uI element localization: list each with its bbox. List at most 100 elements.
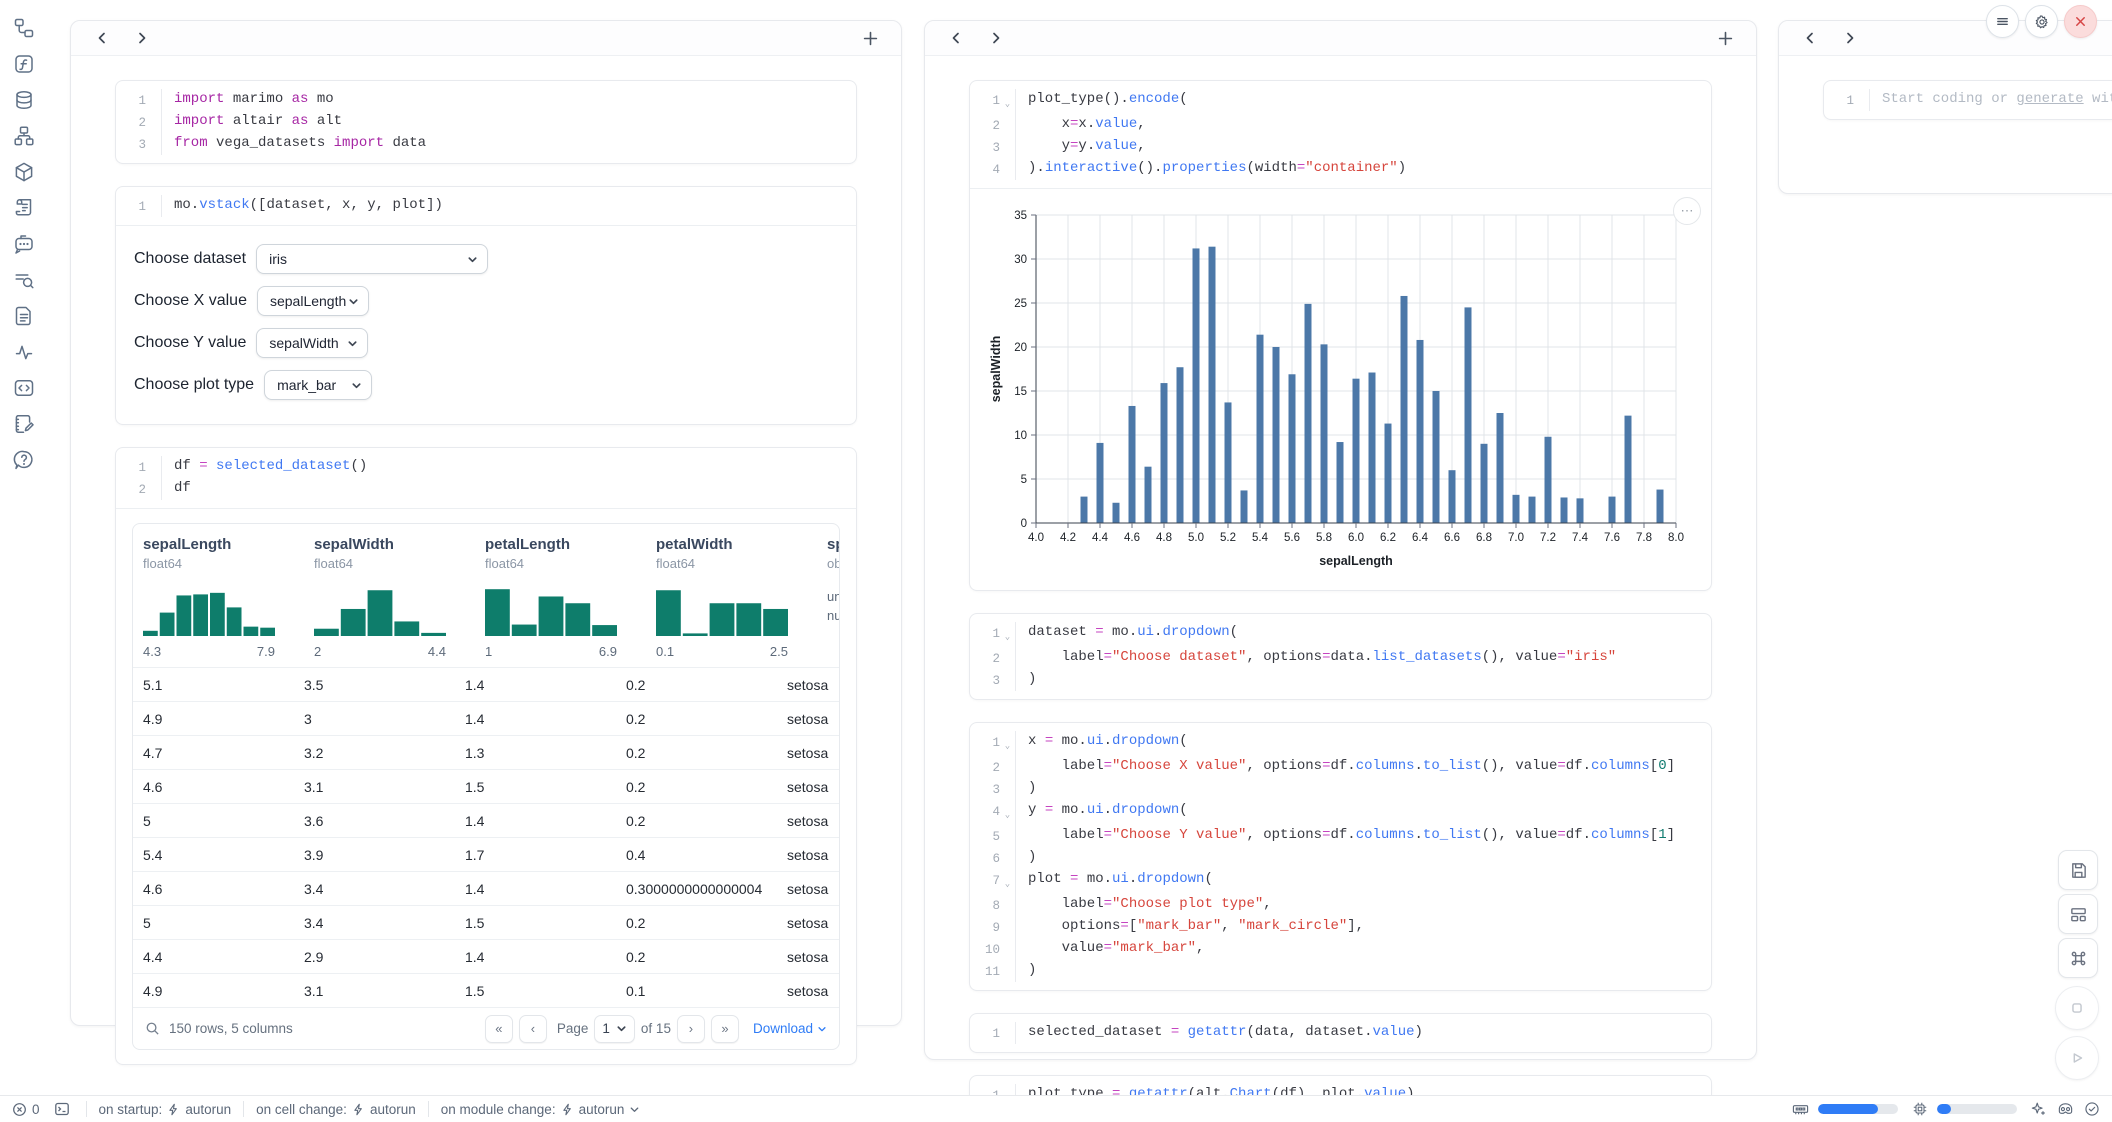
code-line: 1mo.vstack([dataset, x, y, plot]) [116,195,856,217]
fold-spacer [1000,778,1015,800]
table-header: sepalLengthfloat644.37.9sepalWidthfloat6… [133,524,839,667]
fold-chevron-icon[interactable]: ⌄ [1000,622,1015,647]
on-cell-change-setting[interactable]: on cell change: autorun [256,1102,416,1117]
fold-spacer [1000,647,1015,669]
control-label: Choose X value [134,292,247,310]
column-header[interactable]: petalWidthfloat640.12.5 [646,524,817,667]
svg-text:5.6: 5.6 [1284,532,1300,544]
database-icon[interactable] [12,88,35,111]
help-icon[interactable] [12,448,35,471]
page-select[interactable]: 1 [594,1015,635,1043]
list-search-icon[interactable] [12,268,35,291]
file-tree-icon[interactable] [12,16,35,39]
first-page-button[interactable]: « [485,1015,513,1043]
errors-indicator[interactable]: 0 [12,1102,40,1117]
stop-button[interactable] [2055,986,2099,1030]
chevron-left-icon[interactable] [1799,27,1821,49]
column-header[interactable]: speciesobjectunique:nulls: [817,524,839,667]
add-cell-icon[interactable] [859,27,881,49]
fold-spacer [1000,756,1015,778]
logs-icon[interactable] [12,196,35,219]
activity-icon[interactable] [12,340,35,363]
fold-chevron-icon[interactable]: ⌄ [1000,869,1015,894]
code-line: 2df [116,478,856,500]
ai-sparkles-button[interactable] [2031,1101,2047,1117]
chat-icon[interactable] [12,232,35,255]
table-cell: setosa [777,847,837,863]
dataset-dropdown[interactable]: iris [256,244,488,274]
dependency-graph-icon[interactable] [12,124,35,147]
documentation-icon[interactable] [12,304,35,327]
cpu-icon [1912,1101,1928,1117]
fold-spacer [146,195,161,217]
last-page-button[interactable]: » [711,1015,739,1043]
chevron-left-icon[interactable] [91,27,113,49]
chart-menu-button[interactable]: ⋯ [1673,197,1701,225]
download-link[interactable]: Download [753,1021,827,1036]
next-page-button[interactable]: › [677,1015,705,1043]
settings-gear-button[interactable] [2025,5,2058,38]
add-cell-icon[interactable] [1714,27,1736,49]
close-button[interactable] [2064,5,2097,38]
code-editor[interactable]: 1import marimo as mo2import altair as al… [116,81,856,163]
generate-link[interactable]: generate [2016,91,2083,107]
x-value-dropdown[interactable]: sepalLength [257,286,369,316]
code-editor[interactable]: 1mo.vstack([dataset, x, y, plot]) [116,187,856,225]
fold-chevron-icon[interactable]: ⌄ [1000,731,1015,756]
code-line: 4⌄y = mo.ui.dropdown( [970,800,1711,825]
code-editor[interactable]: 1⌄x = mo.ui.dropdown(2 label="Choose X v… [970,723,1711,990]
code-line: 4).interactive().properties(width="conta… [970,158,1711,180]
snippets-icon[interactable] [12,376,35,399]
chevron-right-icon[interactable] [985,27,1007,49]
table-cell: 1.5 [455,915,616,931]
dataset-cell: 1⌄dataset = mo.ui.dropdown(2 label="Choo… [969,613,1712,700]
on-startup-setting[interactable]: on startup: autorun [99,1102,232,1117]
code-line: 1selected_dataset = getattr(data, datase… [970,1022,1711,1044]
line-number: 9 [970,916,1000,938]
functions-icon[interactable] [12,52,35,75]
altair-bar-chart[interactable]: 4.04.24.44.64.85.05.25.45.65.86.06.26.46… [988,201,1692,573]
copilot-icon [2057,1101,2074,1118]
connection-status-button[interactable] [2084,1101,2100,1117]
code-editor[interactable]: 1df = selected_dataset()2df [116,448,856,508]
layout-button[interactable] [2058,894,2098,934]
terminal-button[interactable] [54,1101,70,1117]
scratchpad-icon[interactable] [12,412,35,435]
dataframe-table: sepalLengthfloat644.37.9sepalWidthfloat6… [132,523,840,1050]
svg-text:6.8: 6.8 [1476,532,1492,544]
chevron-right-icon[interactable] [1839,27,1861,49]
y-value-dropdown[interactable]: sepalWidth [256,328,368,358]
command-palette-button[interactable] [2058,938,2098,978]
plot-type-dropdown[interactable]: mark_bar [264,370,372,400]
column-header[interactable]: sepalLengthfloat644.37.9 [133,524,304,667]
previous-page-button[interactable]: ‹ [519,1015,547,1043]
table-cell: 1.5 [455,983,616,999]
new-cell[interactable]: 1 Start coding or generate with AI [1823,80,2112,120]
code-editor[interactable]: 1⌄dataset = mo.ui.dropdown(2 label="Choo… [970,614,1711,699]
table-cell: setosa [777,881,837,897]
search-icon[interactable] [145,1021,160,1036]
chevron-right-icon[interactable] [131,27,153,49]
copilot-button[interactable] [2057,1101,2074,1118]
chevron-left-icon[interactable] [945,27,967,49]
column-header[interactable]: sepalWidthfloat6424.4 [304,524,475,667]
save-button[interactable] [2058,850,2098,890]
column-header[interactable]: petalLengthfloat6416.9 [475,524,646,667]
svg-text:8.0: 8.0 [1668,532,1684,544]
code-line: 1df = selected_dataset() [116,456,856,478]
svg-text:30: 30 [1014,254,1027,266]
code-editor[interactable]: 1selected_dataset = getattr(data, datase… [970,1014,1711,1052]
code-line: 1⌄x = mo.ui.dropdown( [970,731,1711,756]
code-line: 3) [970,669,1711,691]
code-line: 11) [970,960,1711,982]
fold-chevron-icon[interactable]: ⌄ [1000,89,1015,114]
lightning-icon [352,1103,365,1116]
on-module-change-setting[interactable]: on module change: autorun [441,1102,641,1117]
code-editor[interactable]: 1⌄plot_type().encode(2 x=x.value,3 y=y.v… [970,81,1711,188]
fold-chevron-icon[interactable]: ⌄ [1000,800,1015,825]
table-row: 4.93.11.50.1setosa [133,973,839,1007]
packages-icon[interactable] [12,160,35,183]
run-button[interactable] [2055,1036,2099,1080]
svg-text:7.0: 7.0 [1508,532,1524,544]
menu-button[interactable] [1986,5,2019,38]
